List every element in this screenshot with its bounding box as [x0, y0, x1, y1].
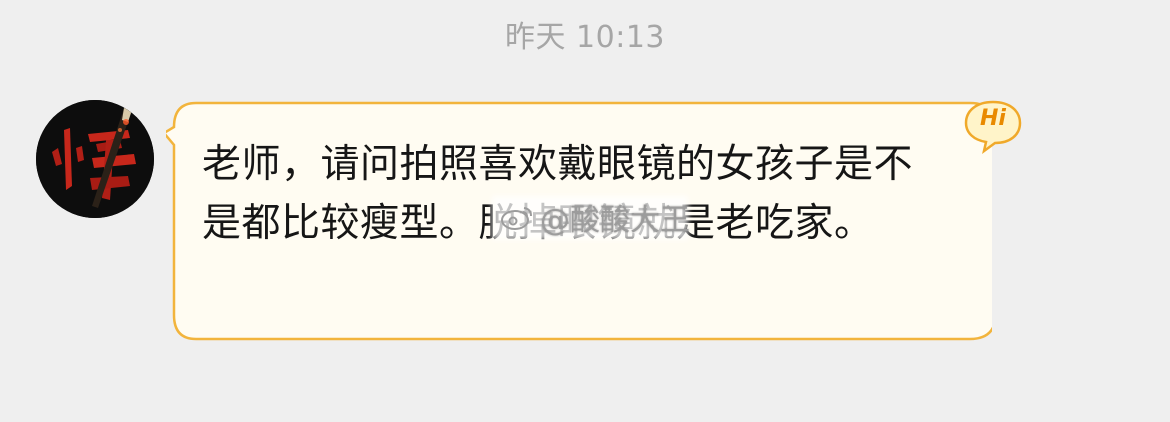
hi-badge-label: Hi	[980, 106, 1006, 131]
hi-badge-icon[interactable]: Hi	[962, 98, 1024, 154]
watermark-backdrop	[492, 196, 688, 240]
sender-avatar[interactable]	[36, 100, 154, 218]
calligraphy-avatar-icon	[36, 100, 154, 218]
message-timestamp: 昨天 10:13	[505, 20, 665, 55]
